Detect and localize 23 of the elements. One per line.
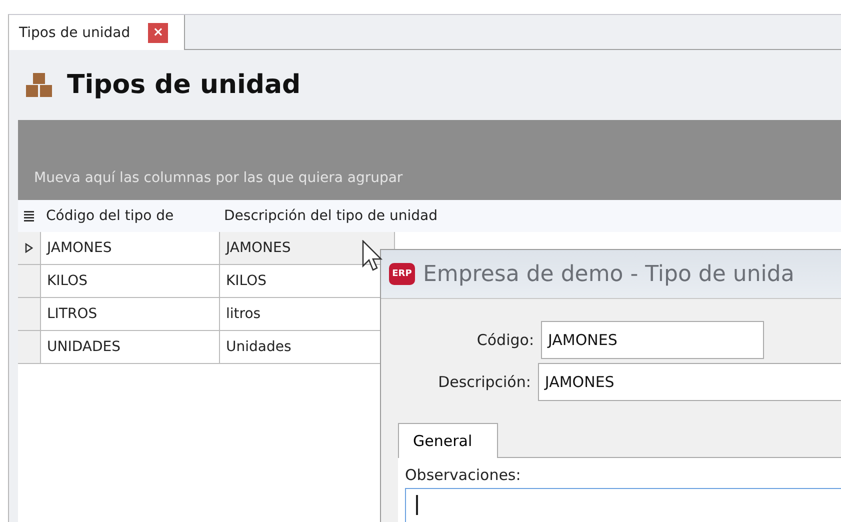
table-cell: UNIDADES bbox=[41, 331, 220, 364]
page-title: Tipos de unidad bbox=[67, 70, 301, 100]
app-logo: ERP bbox=[389, 263, 415, 285]
column-chooser-icon[interactable] bbox=[24, 210, 34, 222]
tab[interactable]: General bbox=[398, 423, 498, 458]
table-cell: JAMONES bbox=[220, 232, 395, 265]
field-label: Descripción: bbox=[437, 373, 532, 391]
input-field[interactable]: JAMONES bbox=[541, 321, 764, 359]
notes-label: Observaciones: bbox=[405, 466, 522, 484]
document-tab[interactable]: Tipos de unidad × bbox=[9, 15, 186, 50]
table-cell: LITROS bbox=[41, 298, 220, 331]
dialog-title: Empresa de demo - Tipo de unida bbox=[423, 262, 794, 286]
table-cell: KILOS bbox=[41, 265, 220, 298]
tab-label: Tipos de unidad bbox=[19, 24, 130, 40]
input-field[interactable]: JAMONES bbox=[538, 363, 841, 401]
column-header[interactable]: Código del tipo de bbox=[40, 208, 218, 224]
column-header[interactable]: Descripción del tipo de unidad bbox=[218, 208, 438, 224]
field-label: Código: bbox=[476, 331, 535, 349]
boxes-icon bbox=[25, 72, 53, 98]
group-hint: Mueva aquí las columnas por las que quiera agrupar bbox=[34, 170, 403, 186]
table-cell: JAMONES bbox=[41, 232, 220, 265]
current-row-icon bbox=[25, 243, 33, 253]
close-button[interactable]: × bbox=[148, 22, 168, 42]
